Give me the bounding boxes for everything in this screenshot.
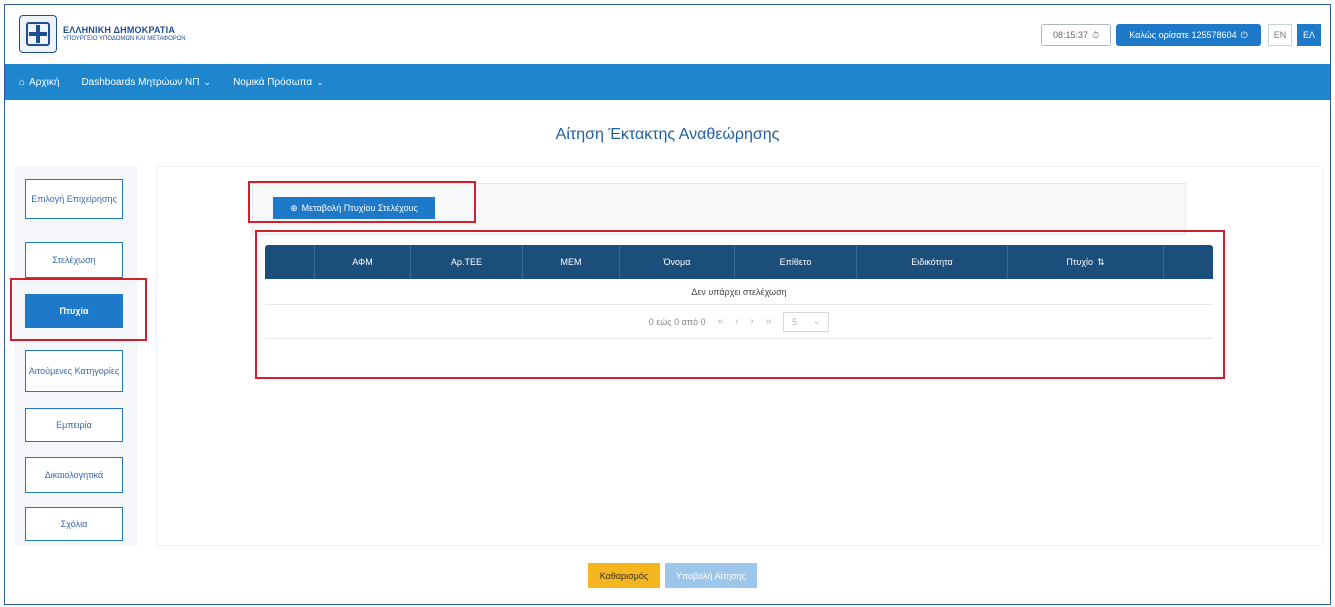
nav-item-label: Dashboards Μητρώων ΝΠ (81, 76, 200, 88)
column-header-afm[interactable]: ΑΦΜ (315, 245, 411, 279)
nav-item-label: Νομικά Πρόσωπα (233, 76, 313, 88)
wizard-steps-sidebar: Επιλογή Επιχείρησης Στελέχωση Πτυχία Αιτ… (15, 166, 137, 546)
column-header-tee[interactable]: Αρ.ΤΕΕ (411, 245, 523, 279)
column-header-actions (1164, 245, 1213, 279)
nav-item-dashboards[interactable]: Dashboards Μητρώων ΝΠ ⌄ (81, 77, 211, 88)
step-requested-categories[interactable]: Αιτούμενες Κατηγορίες (25, 350, 123, 392)
column-header-last-name[interactable]: Επίθετο (735, 245, 857, 279)
clock-icon: ⏱ (1092, 29, 1100, 40)
step-documents[interactable]: Δικαιολογητικά (25, 457, 123, 493)
pager-range-text: 0 εώς 0 από 0 (648, 316, 706, 327)
column-header-select (265, 245, 315, 279)
home-icon: ⌂ (19, 76, 26, 88)
nav-item-home[interactable]: ⌂ Αρχική (19, 77, 59, 88)
empty-table-message: Δεν υπάρχει στελέχωση (265, 279, 1213, 305)
column-header-specialty[interactable]: Ειδικότητα (857, 245, 1008, 279)
change-degree-button[interactable]: ⊕ Μεταβολή Πτυχίου Στελέχους (273, 197, 435, 219)
clock-value: 08:15:37 (1052, 30, 1088, 40)
page-size-select[interactable]: 5 ⌄ (783, 311, 830, 332)
sort-icon: ⇅ (1097, 256, 1105, 267)
nav-item-label: Αρχική (29, 76, 60, 88)
paginator: 0 εώς 0 από 0 « ‹ › » 5 ⌄ (265, 305, 1213, 339)
nav-item-legal-entities[interactable]: Νομικά Πρόσωπα ⌄ (233, 77, 324, 88)
plus-circle-icon: ⊕ (290, 202, 298, 213)
app-window: ΕΛΛΗΝΙΚΗ ΔΗΜΟΚΡΑΤΙΑ ΥΠΟΥΡΓΕΙΟ ΥΠΟΔΟΜΩΝ Κ… (4, 4, 1331, 605)
step-company-selection[interactable]: Επιλογή Επιχείρησης (25, 179, 123, 219)
page-size-value: 5 (792, 316, 798, 327)
column-header-degree[interactable]: Πτυχίο ⇅ (1008, 245, 1164, 279)
chevron-down-icon: ⌄ (316, 76, 324, 87)
logo[interactable]: ΕΛΛΗΝΙΚΗ ΔΗΜΟΚΡΑΤΙΑ ΥΠΟΥΡΓΕΙΟ ΥΠΟΔΟΜΩΝ Κ… (19, 15, 186, 53)
prev-page-icon[interactable]: ‹ (735, 316, 738, 327)
column-header-mem[interactable]: ΜΕΜ (523, 245, 620, 279)
org-subtitle: ΥΠΟΥΡΓΕΙΟ ΥΠΟΔΟΜΩΝ ΚΑΙ ΜΕΤΑΦΟΡΩΝ (63, 35, 186, 42)
org-title: ΕΛΛΗΝΙΚΗ ΔΗΜΟΚΡΑΤΙΑ (63, 24, 176, 35)
step-staffing[interactable]: Στελέχωση (25, 242, 123, 278)
step-comments[interactable]: Σχόλια (25, 507, 123, 541)
power-icon: ⏻ (1240, 29, 1248, 40)
main-nav: ⌂ Αρχική Dashboards Μητρώων ΝΠ ⌄ Νομικά … (5, 64, 1330, 100)
submit-request-button[interactable]: Υποβολή Αίτησης (665, 563, 757, 588)
last-page-icon[interactable]: » (766, 316, 772, 327)
step-experience[interactable]: Εμπειρία (25, 408, 123, 442)
session-clock: 08:15:37 ⏱ (1041, 24, 1111, 46)
logo-text: ΕΛΛΗΝΙΚΗ ΔΗΜΟΚΡΑΤΙΑ ΥΠΟΥΡΓΕΙΟ ΥΠΟΔΟΜΩΝ Κ… (63, 24, 186, 42)
clear-button[interactable]: Καθαρισμός (588, 563, 660, 588)
language-en-button[interactable]: EN (1268, 24, 1292, 46)
page-title: Αίτηση Έκτακτης Αναθεώρησης (555, 126, 780, 143)
toolbar: ⊕ Μεταβολή Πτυχίου Στελέχους (252, 183, 1186, 235)
chevron-down-icon: ⌄ (203, 76, 212, 87)
next-page-icon[interactable]: › (750, 316, 753, 327)
table-header: ΑΦΜ Αρ.ΤΕΕ ΜΕΜ Όνομα Επίθετο Ειδικότητα … (265, 245, 1213, 279)
staff-table: ΑΦΜ Αρ.ΤΕΕ ΜΕΜ Όνομα Επίθετο Ειδικότητα … (265, 245, 1213, 355)
language-el-button[interactable]: ΕΛ (1297, 24, 1321, 46)
user-logout-button[interactable]: Καλώς ορίσατε 125578604 ⏻ (1116, 24, 1261, 46)
step-degrees[interactable]: Πτυχία (25, 294, 123, 328)
degree-header-label: Πτυχίο (1066, 257, 1094, 267)
welcome-text: Καλώς ορίσατε 125578604 (1129, 30, 1237, 40)
greek-emblem-icon (19, 15, 57, 53)
first-page-icon[interactable]: « (718, 316, 724, 327)
chevron-down-icon: ⌄ (812, 316, 821, 326)
change-degree-label: Μεταβολή Πτυχίου Στελέχους (301, 203, 418, 213)
header: ΕΛΛΗΝΙΚΗ ΔΗΜΟΚΡΑΤΙΑ ΥΠΟΥΡΓΕΙΟ ΥΠΟΔΟΜΩΝ Κ… (5, 5, 1330, 64)
column-header-first-name[interactable]: Όνομα (620, 245, 735, 279)
main-panel: ⊕ Μεταβολή Πτυχίου Στελέχους ΑΦΜ Αρ.ΤΕΕ … (156, 166, 1323, 546)
